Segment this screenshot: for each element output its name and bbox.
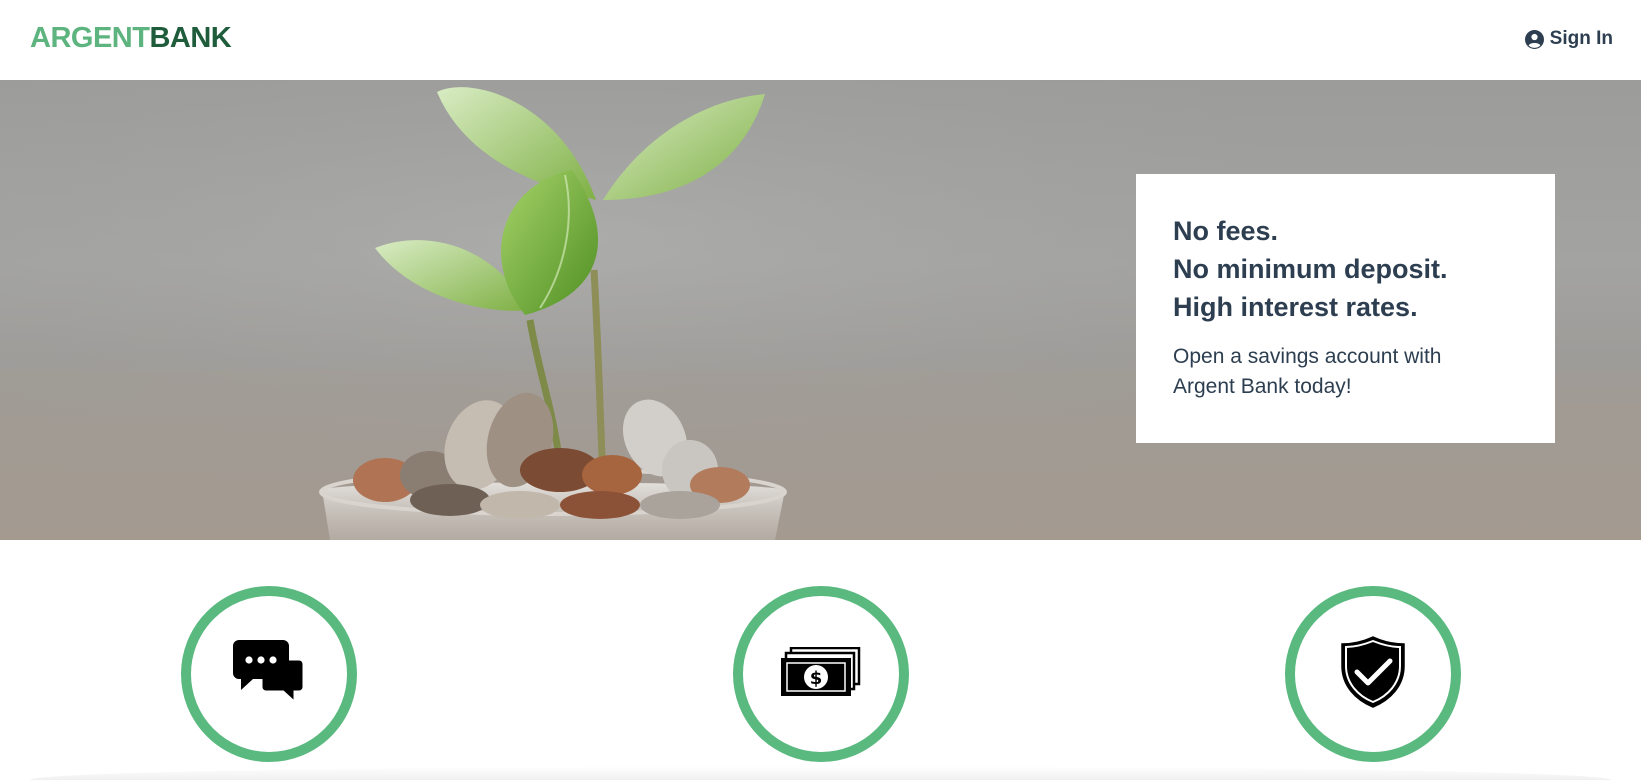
svg-text:$: $ [810,668,823,689]
user-circle-icon [1524,29,1544,49]
section-divider-shadow [30,766,1611,780]
feature-money-circle: $ [733,586,909,762]
features-section: $ [0,540,1641,780]
hero-promo-card: No fees. No minimum deposit. High intere… [1136,174,1555,443]
sign-in-label: Sign In [1549,28,1613,49]
lead-line-2: Argent Bank today! [1173,375,1352,398]
headline-line-1: No fees. [1173,216,1279,246]
feature-chat-circle [181,586,357,762]
feature-security-circle [1285,586,1461,762]
logo-text-argent: ARGENT [30,21,150,54]
hero-banner: No fees. No minimum deposit. High intere… [0,80,1641,540]
money-icon: $ [781,646,861,702]
lead-line-1: Open a savings account with [1173,345,1442,368]
headline-line-2: No minimum deposit. [1173,254,1448,284]
hero-lead-text: Open a savings account with Argent Bank … [1173,342,1519,402]
main-nav: ARGENT BANK Sign In [0,0,1641,80]
security-shield-icon [1340,635,1406,713]
logo-text-bank: BANK [149,21,232,54]
sign-in-link[interactable]: Sign In [1524,28,1613,50]
headline-line-3: High interest rates. [1173,292,1418,322]
logo-link[interactable]: ARGENT BANK [30,21,232,55]
chat-icon [233,639,306,710]
hero-headline: No fees. No minimum deposit. High intere… [1173,212,1519,326]
